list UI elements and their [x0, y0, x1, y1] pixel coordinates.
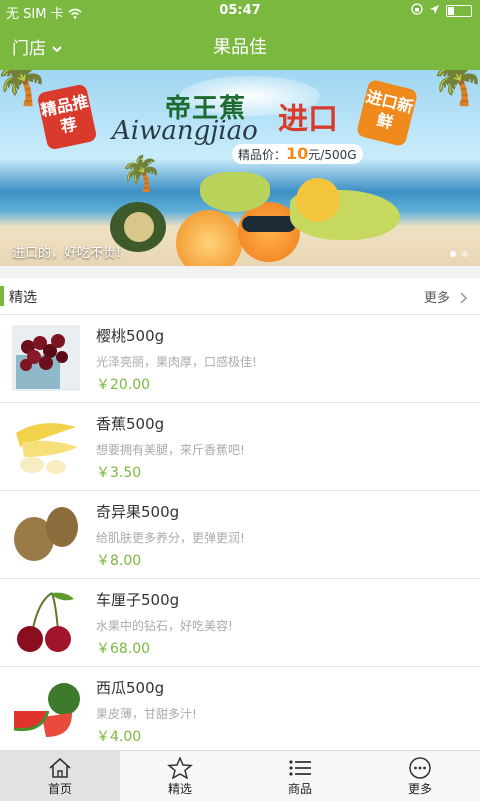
banana-photo — [12, 413, 80, 479]
banner-title-import: 进口 — [278, 102, 338, 137]
sunglasses-shape — [242, 216, 296, 232]
list-item[interactable]: 西瓜500g 果皮薄，甘甜多汁! ￥4.00 — [0, 667, 480, 755]
section-accent-bar — [0, 286, 4, 306]
banner-price-value: 10 — [286, 144, 309, 163]
tab-featured[interactable]: 精选 — [120, 751, 240, 801]
product-price: ￥3.50 — [96, 465, 142, 481]
tab-label: 更多 — [407, 782, 432, 796]
product-name: 西瓜500g — [96, 679, 165, 697]
product-desc: 水果中的钻石，好吃美容! — [96, 619, 233, 633]
more-icon — [409, 757, 431, 779]
banner-script: Aiwangjiao — [112, 116, 258, 146]
star-icon — [167, 757, 193, 779]
product-desc: 想要拥有美腿，来斤香蕉吧! — [96, 443, 245, 457]
list-icon — [289, 760, 311, 776]
kiwi-photo — [12, 501, 80, 567]
page-title: 果品佳 — [213, 37, 267, 58]
pager-dot-active[interactable] — [450, 251, 456, 257]
tab-more[interactable]: 更多 — [360, 751, 480, 801]
tab-label: 首页 — [47, 782, 72, 796]
more-label: 更多 — [423, 291, 450, 306]
banner-tag-right: 进口新鲜 — [355, 78, 419, 148]
list-item[interactable]: 奇异果500g 给肌肤更多养分，更弹更润! ￥8.00 — [0, 491, 480, 579]
promo-banner[interactable]: 🌴 🌴 🌴 精品推荐 帝王蕉 进口 Aiwangjiao 精品价：10元/500… — [0, 70, 480, 266]
product-desc: 给肌肤更多养分，更弹更润! — [96, 531, 245, 545]
status-bar: 无 SIM 卡 05:47 — [0, 0, 480, 22]
tab-bar: 首页 精选 商品 更多 — [0, 750, 480, 801]
tab-label: 商品 — [287, 782, 312, 796]
avocado-shape — [124, 212, 154, 242]
pager-dot[interactable] — [462, 251, 468, 257]
product-price: ￥4.00 — [96, 729, 142, 745]
location-icon — [429, 4, 440, 19]
banner-price: 精品价：10元/500G — [232, 144, 363, 164]
product-price: ￥20.00 — [96, 377, 151, 393]
watermelon-photo — [12, 677, 80, 743]
cherries-photo — [12, 325, 80, 391]
product-name: 车厘子500g — [96, 591, 180, 609]
chevron-right-icon — [454, 291, 468, 306]
product-price: ￥8.00 — [96, 553, 142, 569]
tab-products[interactable]: 商品 — [240, 751, 360, 801]
clock: 05:47 — [219, 3, 261, 18]
orange-shape — [176, 210, 242, 266]
banner-caption: 进口的，好吃不贵! — [12, 246, 122, 261]
product-name: 奇异果500g — [96, 503, 180, 521]
product-price: ￥68.00 — [96, 641, 151, 657]
pineapple-shape — [296, 178, 340, 222]
rotation-lock-icon — [411, 3, 423, 19]
palm-tree-icon: 🌴 — [430, 70, 480, 108]
product-list: 樱桃500g 光泽亮丽，果肉厚，口感极佳! ￥20.00 香蕉500g 想要拥有… — [0, 315, 480, 755]
list-item[interactable]: 车厘子500g 水果中的钻石，好吃美容! ￥68.00 — [0, 579, 480, 667]
section-title: 精选 — [9, 290, 37, 306]
product-name: 香蕉500g — [96, 415, 165, 433]
status-icons — [411, 3, 472, 19]
battery-icon — [446, 5, 472, 17]
section-header: 精选 更多 — [0, 278, 480, 315]
product-name: 樱桃500g — [96, 327, 165, 345]
banner-price-unit: 元/500G — [308, 148, 357, 162]
nav-bar: 门店 果品佳 — [0, 22, 480, 70]
tab-home[interactable]: 首页 — [0, 751, 120, 801]
list-item[interactable]: 樱桃500g 光泽亮丽，果肉厚，口感极佳! ￥20.00 — [0, 315, 480, 403]
cherry-photo — [12, 589, 80, 655]
product-desc: 光泽亮丽，果肉厚，口感极佳! — [96, 355, 257, 369]
tab-label: 精选 — [167, 782, 192, 796]
more-link[interactable]: 更多 — [424, 287, 468, 306]
home-icon — [49, 757, 71, 778]
banana-shape — [200, 172, 270, 212]
list-item[interactable]: 香蕉500g 想要拥有美腿，来斤香蕉吧! ￥3.50 — [0, 403, 480, 491]
banner-price-label: 精品价： — [238, 148, 287, 162]
product-desc: 果皮薄，甘甜多汁! — [96, 707, 197, 721]
palm-tree-icon: 🌴 — [120, 154, 163, 194]
banner-tag-left: 精品推荐 — [36, 83, 98, 151]
banner-pager[interactable] — [450, 251, 468, 257]
